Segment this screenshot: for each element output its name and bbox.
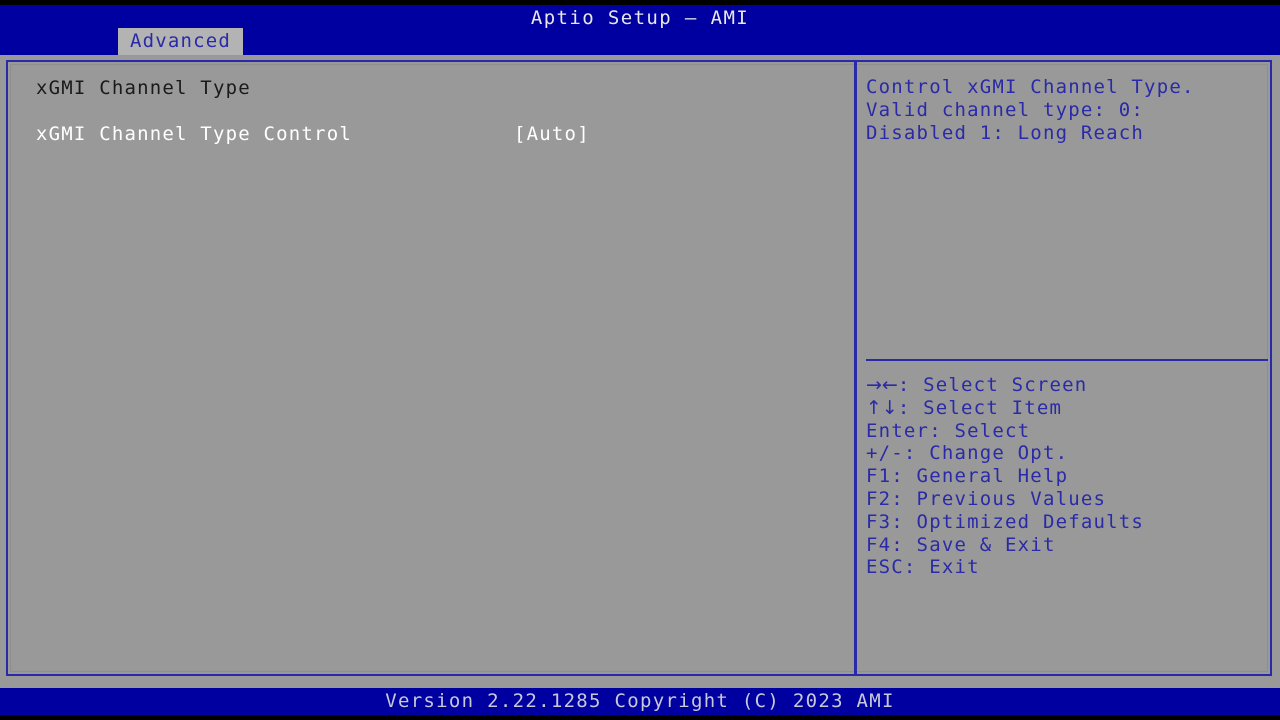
help-pane: Control xGMI Channel Type. Valid channel… [857,62,1270,674]
key-legend-item-f1-general-help: F1: General Help [866,465,1266,488]
tab-advanced[interactable]: Advanced [118,28,243,55]
key-legend-label: +/-: Change Opt. [866,442,1069,465]
key-legend-label: F3: Optimized Defaults [866,510,1145,533]
help-line: Control xGMI Channel Type. [866,76,1195,98]
setting-label: xGMI Channel Type Control [36,123,352,145]
key-legend-label: ESC: Exit [866,556,980,579]
key-legend-item-f3-optimized-defaults: F3: Optimized Defaults [866,511,1266,534]
main-frame: xGMI Channel Type xGMI Channel Type Cont… [6,60,1272,676]
arrow-up-down-icon: ↑↓ [866,396,898,419]
key-legend: →←: Select Screen ↑↓: Select Item Enter:… [866,374,1266,579]
key-legend-item-select-screen: →←: Select Screen [866,374,1266,397]
version-copyright-text: Version 2.22.1285 Copyright (C) 2023 AMI [385,690,895,712]
menu-tab-bar: Advanced [0,28,1280,55]
key-legend-label: F4: Save & Exit [866,533,1056,556]
help-horizontal-divider [866,359,1268,361]
key-legend-label: Enter: Select [866,419,1031,442]
help-description: Control xGMI Channel Type. Valid channel… [866,76,1266,145]
bios-setup-screen: Aptio Setup – AMI Advanced xGMI Channel … [0,0,1280,720]
key-legend-item-f4-save-and-exit: F4: Save & Exit [866,534,1266,557]
key-legend-label: F2: Previous Values [866,487,1107,510]
setting-label: xGMI Channel Type [36,77,251,99]
key-legend-item-enter: Enter: Select [866,420,1266,443]
key-legend-label: F1: General Help [866,465,1069,488]
settings-section-heading: xGMI Channel Type [36,76,836,100]
key-legend-item-select-item: ↑↓: Select Item [866,397,1266,420]
setting-value[interactable]: [Auto] [514,122,590,146]
key-legend-item-esc-exit: ESC: Exit [866,556,1266,579]
key-legend-item-f2-previous-values: F2: Previous Values [866,488,1266,511]
key-legend-label: : Select Item [897,396,1063,419]
setting-row-xgmi-channel-type-control[interactable]: xGMI Channel Type Control [Auto] [36,122,836,146]
key-legend-item-change-opt: +/-: Change Opt. [866,442,1266,465]
help-line: Valid channel type: 0: [866,99,1145,121]
bottom-black-strip [0,715,1280,720]
key-legend-label: : Select Screen [897,374,1088,396]
settings-list: xGMI Channel Type xGMI Channel Type Cont… [8,62,854,674]
arrow-left-right-icon: →← [866,374,898,396]
help-line: Disabled 1: Long Reach [866,122,1145,144]
